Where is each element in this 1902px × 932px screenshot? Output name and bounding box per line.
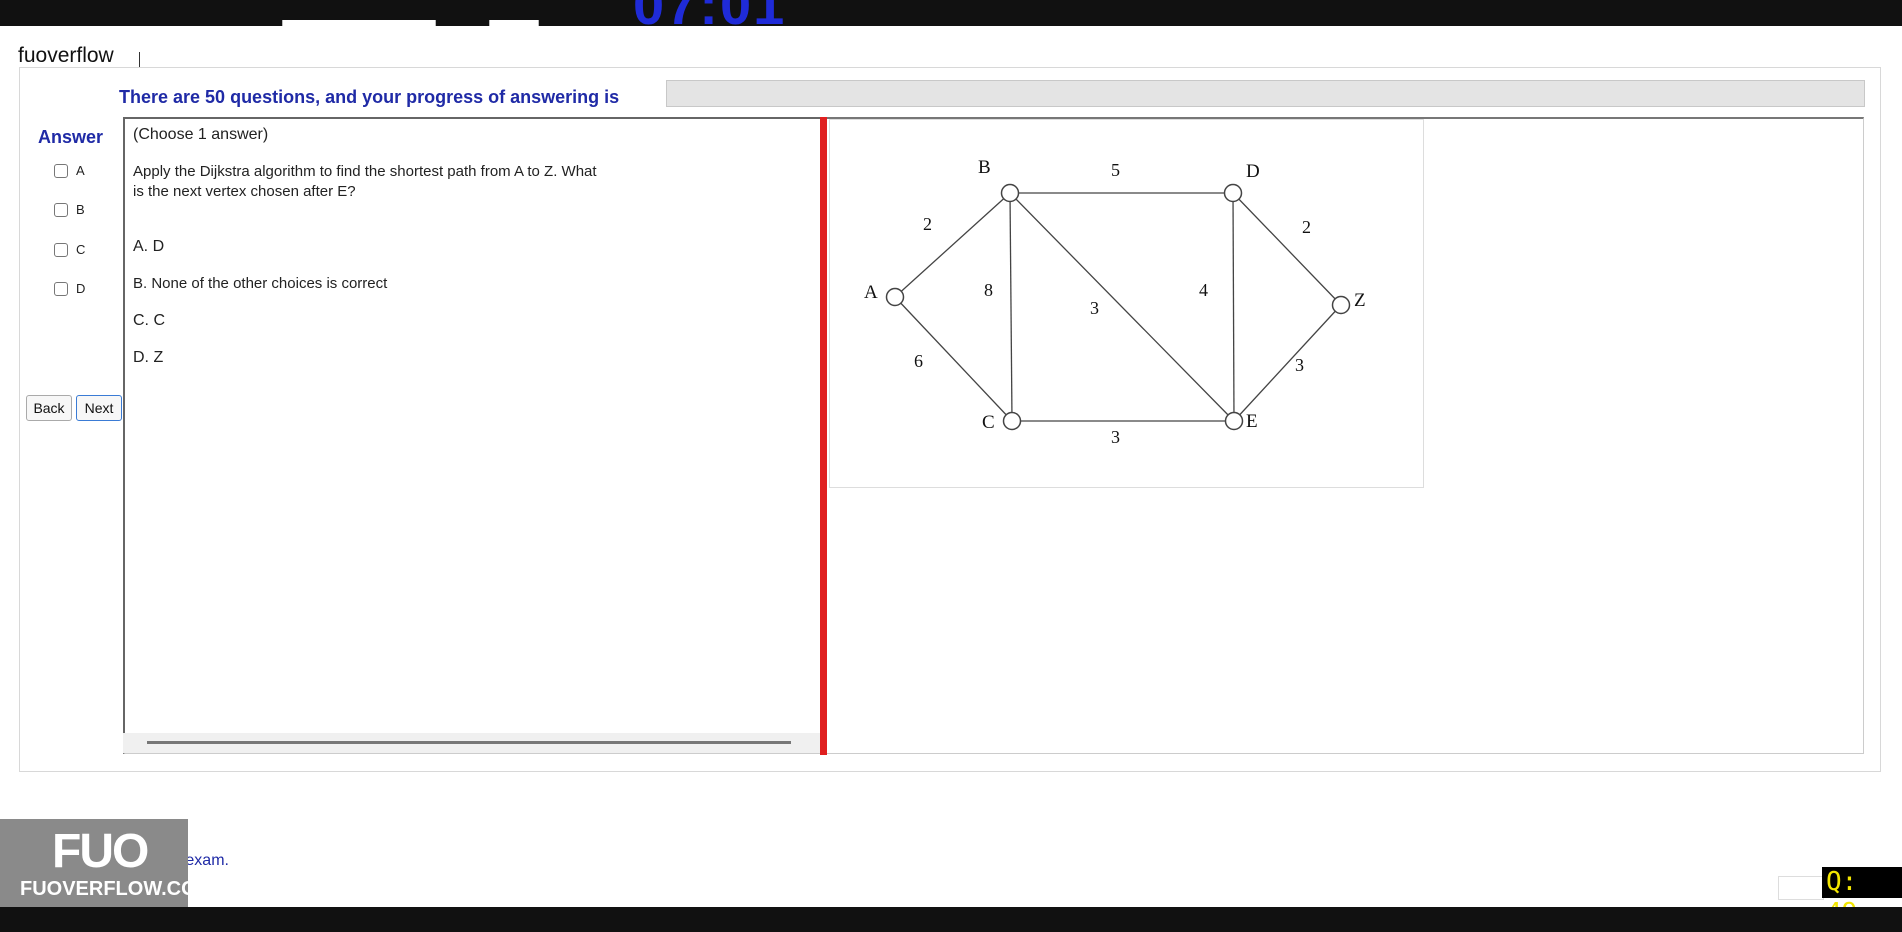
vertex-z	[1331, 295, 1351, 315]
weight-c-e: 3	[1111, 427, 1120, 447]
option-label-b: B	[76, 202, 85, 217]
option-label-c: C	[76, 242, 86, 257]
back-button[interactable]: Back	[26, 395, 72, 421]
countdown-timer: 07:01	[633, 0, 786, 26]
answer-label: Answer	[38, 127, 104, 147]
choice-d: D. Z	[133, 349, 164, 366]
graph-edges	[894, 192, 1342, 422]
vertex-d	[1223, 183, 1243, 203]
vertex-label-c: C	[982, 412, 995, 433]
weight-d-e: 4	[1199, 280, 1208, 300]
vertex-labels: A B C D E Z	[864, 157, 1366, 433]
weight-a-c: 6	[914, 351, 923, 371]
question-text-line2: is the next vertex chosen after E?	[133, 183, 356, 200]
edge-a-c	[894, 296, 1013, 422]
vertex-label-d: D	[1246, 161, 1260, 182]
weight-e-z: 3	[1295, 355, 1304, 375]
checkbox-b[interactable]	[54, 202, 68, 217]
weight-d-z: 2	[1302, 217, 1311, 237]
choice-a: A. D	[133, 238, 165, 255]
edge-d-z	[1232, 192, 1342, 306]
vertex-label-e: E	[1246, 411, 1258, 432]
question-counter: Q: 49	[1822, 867, 1902, 928]
text-cursor	[139, 52, 140, 68]
vertex-label-z: Z	[1354, 290, 1366, 311]
checkbox-d[interactable]	[54, 281, 68, 296]
vertex-c	[1002, 411, 1022, 431]
checkbox-a[interactable]	[54, 163, 68, 178]
top-dropdown[interactable]	[282, 20, 436, 26]
weight-b-e: 3	[1090, 298, 1099, 318]
vertex-e	[1224, 411, 1244, 431]
edge-b-c	[1009, 192, 1013, 422]
username: fuoverflow	[18, 44, 114, 67]
progress-bar	[666, 80, 1865, 107]
question-number-field[interactable]	[1778, 876, 1824, 900]
top-small-control[interactable]	[489, 20, 539, 26]
answer-option-c[interactable]: C	[54, 242, 85, 257]
question-image: A B C D E Z 2 6 8 5 3 3 4 2 3	[829, 119, 1424, 488]
next-button[interactable]: Next	[76, 395, 122, 421]
panel-divider[interactable]	[820, 117, 827, 755]
vertex-a	[885, 287, 905, 307]
answer-option-b[interactable]: B	[54, 202, 85, 217]
question-text-line1: Apply the Dijkstra algorithm to find the…	[133, 163, 597, 180]
progress-text: There are 50 questions, and your progres…	[119, 87, 620, 107]
vertex-label-a: A	[864, 282, 878, 303]
weight-a-b: 2	[923, 214, 932, 234]
logo-site: FUOVERFLOW.COM	[20, 878, 214, 900]
vertex-label-b: B	[978, 157, 991, 178]
graph-vertices	[885, 183, 1351, 431]
weight-b-d: 5	[1111, 160, 1120, 180]
bottom-bar	[0, 907, 1902, 932]
edge-e-z	[1233, 304, 1342, 422]
answer-option-a[interactable]: A	[54, 163, 85, 178]
question-panel	[123, 117, 822, 754]
choice-c: C. C	[133, 312, 165, 329]
edge-weights: 2 6 8 5 3 3 4 2 3	[914, 160, 1311, 447]
weight-b-c: 8	[984, 280, 993, 300]
option-label-a: A	[76, 163, 85, 178]
vertex-b	[1000, 183, 1020, 203]
logo-text: FUO	[52, 825, 149, 878]
question-instruction: (Choose 1 answer)	[133, 126, 269, 143]
edge-b-e	[1009, 192, 1235, 422]
checkbox-c[interactable]	[54, 242, 68, 257]
option-label-d: D	[76, 281, 86, 296]
answer-option-d[interactable]: D	[54, 281, 85, 296]
choice-b: B. None of the other choices is correct	[133, 275, 388, 292]
top-bar: 07:01	[0, 0, 1902, 26]
weighted-graph: A B C D E Z 2 6 8 5 3 3 4 2 3	[864, 157, 1366, 447]
edge-d-e	[1232, 192, 1235, 422]
question-scrollbar-thumb[interactable]	[147, 741, 791, 744]
